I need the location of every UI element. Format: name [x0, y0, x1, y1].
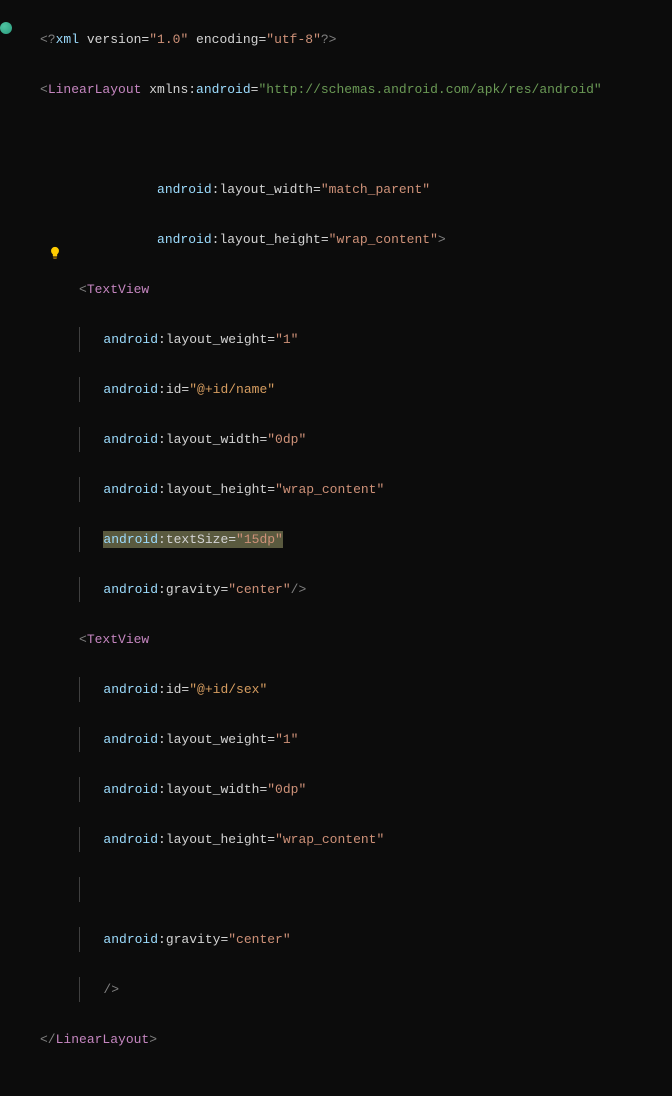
code-line: /> [40, 977, 672, 1002]
code-line: android:id="@+id/name" [40, 377, 672, 402]
highlighted-warning[interactable]: android:textSize="15dp" [103, 531, 282, 548]
code-line: <TextView [40, 277, 672, 302]
code-area[interactable]: <?xml version="1.0" encoding="utf-8"?> <… [28, 0, 672, 548]
code-line: android:layout_width="0dp" [40, 427, 672, 452]
code-line: android:gravity="center"/> [40, 577, 672, 602]
code-line: <TextView [40, 627, 672, 652]
code-line: android:id="@+id/sex" [40, 677, 672, 702]
code-line: android:textSize="15dp" [40, 527, 672, 552]
code-line: android:layout_weight="1" [40, 327, 672, 352]
code-line [40, 877, 672, 902]
code-line [40, 127, 672, 152]
code-line: android:layout_height="wrap_content"> [40, 227, 672, 252]
code-line: </LinearLayout> [40, 1027, 672, 1052]
code-line: <LinearLayout xmlns:android="http://sche… [40, 77, 672, 102]
breakpoint-dot-icon[interactable] [0, 22, 12, 34]
code-line: android:gravity="center" [40, 927, 672, 952]
gutter [0, 0, 28, 548]
code-line: android:layout_height="wrap_content" [40, 477, 672, 502]
code-editor[interactable]: <?xml version="1.0" encoding="utf-8"?> <… [0, 0, 672, 548]
code-line: android:layout_width="match_parent" [40, 177, 672, 202]
code-line: <?xml version="1.0" encoding="utf-8"?> [40, 27, 672, 52]
code-line: android:layout_width="0dp" [40, 777, 672, 802]
code-line: android:layout_height="wrap_content" [40, 827, 672, 852]
code-line: android:layout_weight="1" [40, 727, 672, 752]
